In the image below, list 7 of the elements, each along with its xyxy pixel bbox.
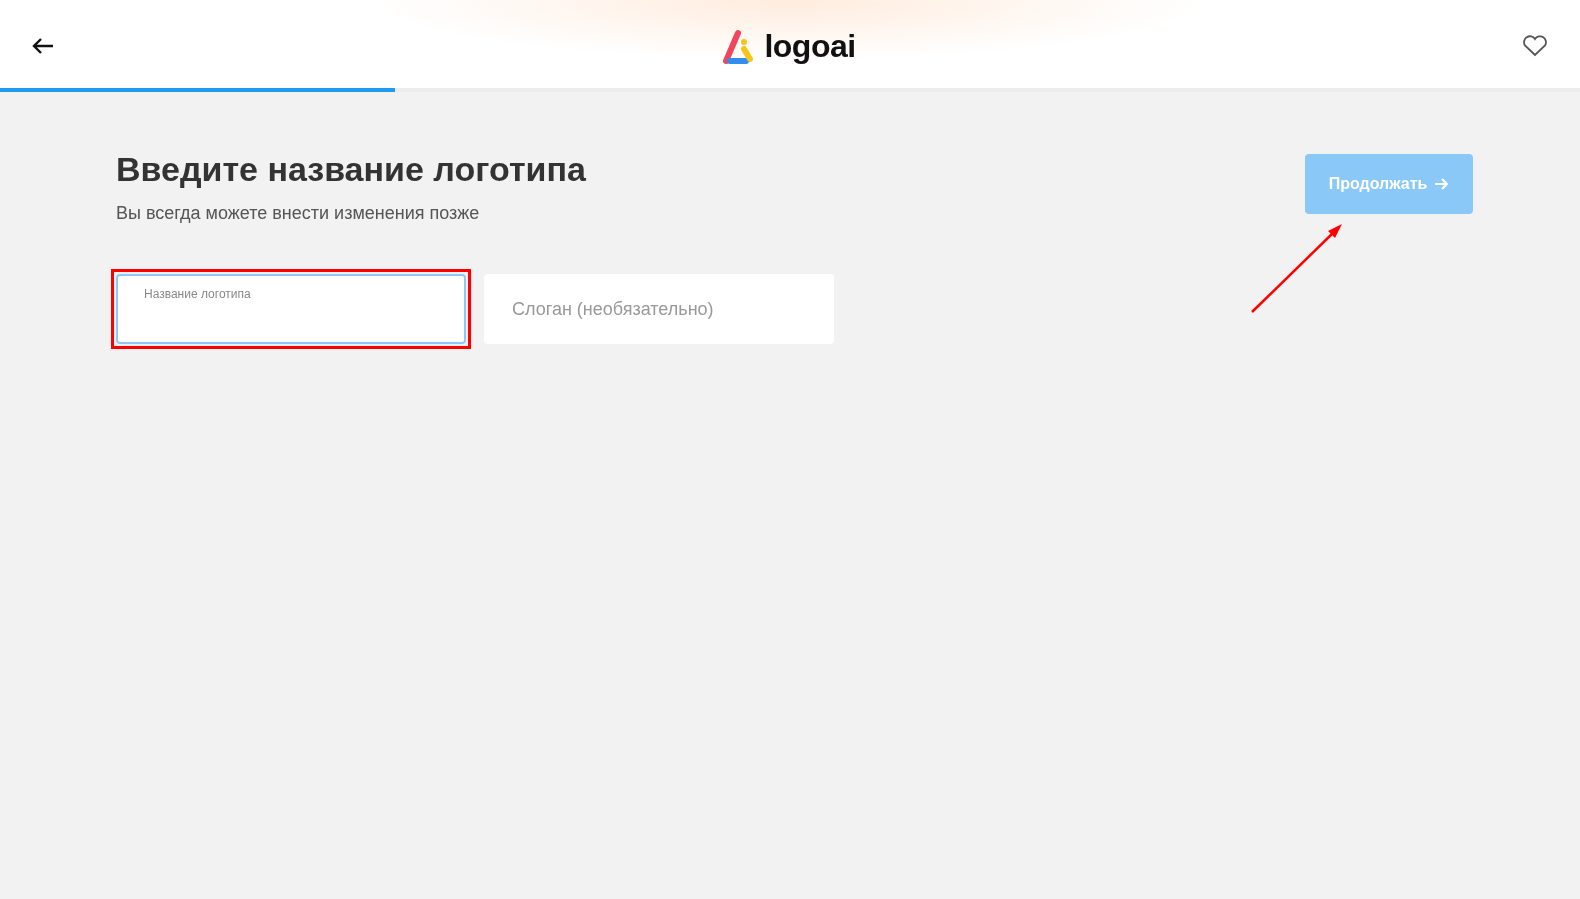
field-label: Название логотипа	[144, 287, 251, 301]
page-subtitle: Вы всегда можете внести изменения позже	[116, 203, 481, 224]
logo-text: logoai	[764, 27, 856, 65]
heart-icon	[1522, 35, 1548, 57]
arrow-right-icon	[1435, 178, 1450, 190]
back-arrow-icon	[32, 37, 54, 55]
page-title: Введите название логотипа	[116, 150, 587, 189]
